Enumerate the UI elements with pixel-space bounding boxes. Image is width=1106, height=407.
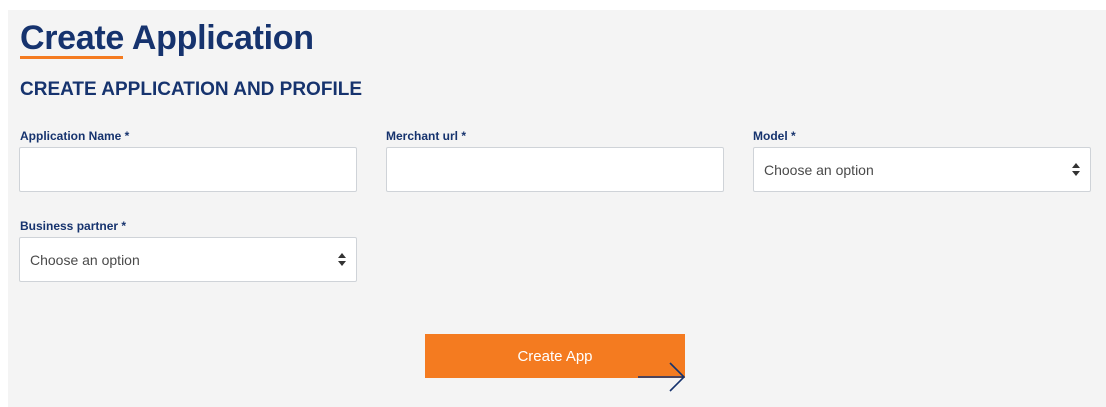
sort-icon <box>338 253 346 266</box>
model-select-value: Choose an option <box>764 162 874 178</box>
model-label: Model * <box>753 129 796 143</box>
page-title: Create Application <box>20 19 314 57</box>
title-underline <box>20 56 123 59</box>
application-name-label: Application Name * <box>20 129 130 143</box>
business-partner-select-value: Choose an option <box>30 252 140 268</box>
business-partner-select[interactable]: Choose an option <box>19 237 357 282</box>
merchant-url-input[interactable] <box>386 147 724 192</box>
arrow-right-icon <box>638 362 686 392</box>
sort-icon <box>1072 163 1080 176</box>
merchant-url-label: Merchant url * <box>386 129 467 143</box>
create-application-panel: Create Application CREATE APPLICATION AN… <box>8 10 1106 407</box>
section-title: CREATE APPLICATION AND PROFILE <box>20 79 362 100</box>
business-partner-label: Business partner * <box>20 219 127 233</box>
model-select[interactable]: Choose an option <box>753 147 1091 192</box>
application-name-input[interactable] <box>19 147 357 192</box>
